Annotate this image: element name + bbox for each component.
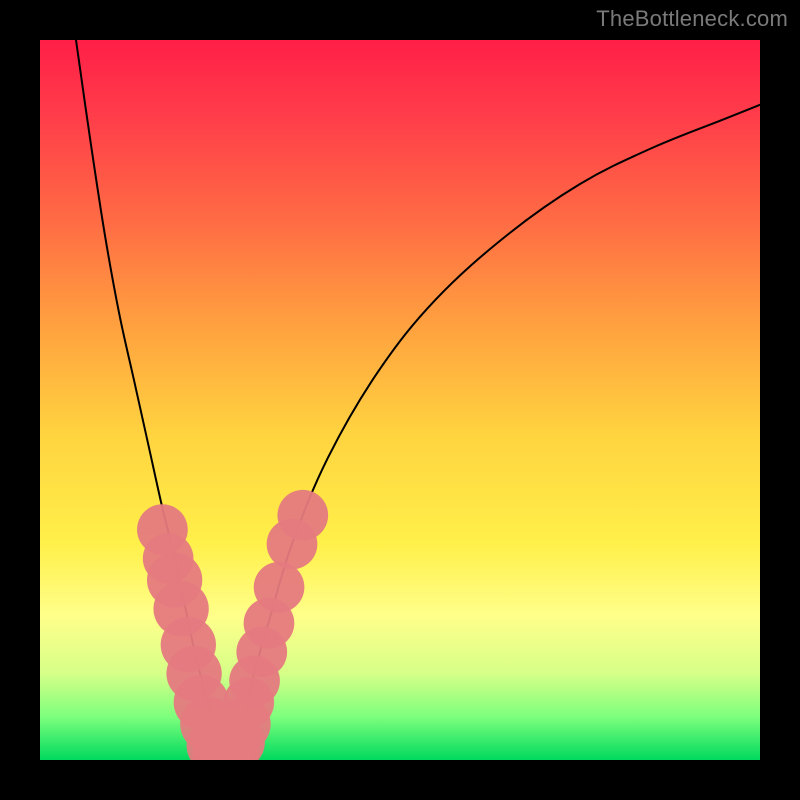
watermark-text: TheBottleneck.com [596,6,788,32]
bottleneck-curve-right-branch [226,105,760,760]
data-marker [254,562,305,613]
curve-svg [40,40,760,760]
marker-layer [137,490,328,760]
outer-frame: TheBottleneck.com [0,0,800,800]
plot-area [40,40,760,760]
data-marker [277,490,328,541]
